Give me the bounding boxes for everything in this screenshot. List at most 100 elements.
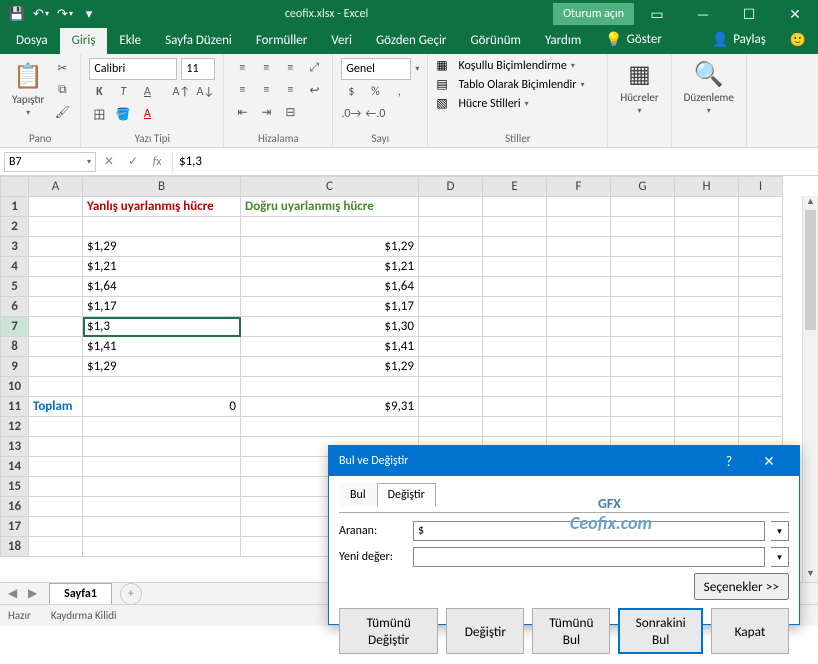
merge-icon[interactable]: ⊟	[280, 102, 300, 122]
cell[interactable]: $1,29	[241, 237, 419, 257]
wrap-text-icon[interactable]: ↩	[304, 80, 324, 100]
maximize-icon[interactable]: ☐	[726, 0, 772, 28]
row-header[interactable]: 15	[1, 477, 29, 497]
fill-color-icon[interactable]: 🪣	[113, 104, 133, 124]
tab-view[interactable]: Görünüm	[458, 28, 532, 54]
tab-review[interactable]: Gözden Geçir	[364, 28, 458, 54]
row-header[interactable]: 2	[1, 217, 29, 237]
format-as-table-button[interactable]: ▤ Tablo Olarak Biçimlendir▾	[436, 77, 599, 92]
tab-formulas[interactable]: Formüller	[244, 28, 319, 54]
inc-decimal-icon[interactable]: .0→	[341, 104, 361, 124]
shrink-font-icon[interactable]: A↓	[195, 82, 215, 102]
row-header[interactable]: 17	[1, 517, 29, 537]
row-header[interactable]: 9	[1, 357, 29, 377]
dialog-tab-find[interactable]: Bul	[339, 483, 377, 507]
col-header[interactable]: H	[675, 177, 739, 197]
dialog-titlebar[interactable]: Bul ve Değiştir ? ✕	[329, 446, 799, 476]
dialog-help-icon[interactable]: ?	[709, 446, 749, 476]
align-bottom-icon[interactable]: ≡	[280, 58, 300, 78]
col-header[interactable]: D	[419, 177, 483, 197]
align-left-icon[interactable]: ≡	[232, 80, 252, 100]
tab-page-layout[interactable]: Sayfa Düzeni	[153, 28, 244, 54]
cell[interactable]: Yanlış uyarlanmış hücre	[83, 197, 241, 217]
row-header[interactable]: 18	[1, 537, 29, 557]
align-center-icon[interactable]: ≡	[256, 80, 276, 100]
find-all-button[interactable]: Tümünü Bul	[532, 608, 610, 654]
row-header[interactable]: 7	[1, 317, 29, 337]
share-button[interactable]: 👤Paylaş	[700, 26, 778, 54]
cell[interactable]: $1,29	[83, 357, 241, 377]
sheet-nav[interactable]: ◀ ▶	[0, 586, 49, 601]
cancel-formula-icon[interactable]: ✕	[100, 154, 118, 169]
sign-in-button[interactable]: Oturum açın	[553, 3, 634, 25]
cell[interactable]: $1,21	[241, 257, 419, 277]
fx-icon[interactable]: fx	[148, 155, 166, 169]
undo-icon[interactable]: ↶▾	[30, 3, 52, 25]
sheet-tab[interactable]: Sayfa1	[49, 583, 112, 604]
cell[interactable]: Toplam	[29, 397, 83, 417]
row-header[interactable]: 12	[1, 417, 29, 437]
row-header[interactable]: 5	[1, 277, 29, 297]
select-all[interactable]	[1, 177, 29, 197]
scroll-down-icon[interactable]: ▼	[803, 568, 818, 582]
vertical-scrollbar[interactable]: ▲ ▼	[802, 196, 818, 582]
replace-button[interactable]: Değiştir	[446, 608, 524, 654]
format-painter-icon[interactable]: 🖌	[52, 102, 72, 122]
conditional-formatting-button[interactable]: ▦ Koşullu Biçimlendirme▾	[436, 58, 599, 73]
tab-file[interactable]: Dosya	[4, 28, 60, 54]
cell[interactable]: $1,29	[241, 357, 419, 377]
cell-styles-button[interactable]: ▧ Hücre Stilleri▾	[436, 96, 599, 111]
row-header[interactable]: 16	[1, 497, 29, 517]
paste-button[interactable]: 📋 Yapıştır ▾	[8, 60, 48, 120]
italic-button[interactable]: T	[113, 82, 133, 102]
row-header[interactable]: 8	[1, 337, 29, 357]
accounting-icon[interactable]: $	[341, 82, 361, 102]
font-family-input[interactable]	[89, 58, 177, 80]
indent-inc-icon[interactable]: ⇥	[256, 102, 276, 122]
indent-dec-icon[interactable]: ⇤	[232, 102, 252, 122]
find-input[interactable]	[413, 521, 765, 541]
cell[interactable]: Doğru uyarlanmış hücre	[241, 197, 419, 217]
number-format-select[interactable]	[341, 58, 411, 80]
col-header[interactable]: A	[29, 177, 83, 197]
find-next-button[interactable]: Sonrakini Bul	[618, 608, 703, 654]
col-header[interactable]: B	[83, 177, 241, 197]
copy-icon[interactable]: ⧉	[52, 80, 72, 100]
cell[interactable]: $1,41	[83, 337, 241, 357]
underline-button[interactable]: A	[137, 82, 157, 102]
close-icon[interactable]: ✕	[772, 0, 818, 28]
cell[interactable]: $1,21	[83, 257, 241, 277]
cell[interactable]: 0	[83, 397, 241, 417]
col-header[interactable]: I	[739, 177, 783, 197]
row-header[interactable]: 14	[1, 457, 29, 477]
align-right-icon[interactable]: ≡	[280, 80, 300, 100]
formula-input[interactable]	[172, 152, 798, 172]
redo-icon[interactable]: ↷▾	[54, 3, 76, 25]
cell[interactable]: $1,64	[83, 277, 241, 297]
bold-button[interactable]: K	[89, 82, 109, 102]
col-header[interactable]: E	[483, 177, 547, 197]
find-history-dropdown[interactable]: ▾	[771, 521, 789, 541]
column-headers[interactable]: A B C D E F G H I	[1, 177, 783, 197]
qat-customize-icon[interactable]: ▾	[78, 3, 100, 25]
comma-icon[interactable]: ,	[389, 82, 409, 102]
enter-formula-icon[interactable]: ✓	[124, 154, 142, 169]
tab-help[interactable]: Yardım	[533, 28, 593, 54]
minimize-icon[interactable]: —	[680, 0, 726, 28]
tab-insert[interactable]: Ekle	[107, 28, 153, 54]
options-button[interactable]: Seçenekler >>	[694, 573, 789, 600]
row-header[interactable]: 11	[1, 397, 29, 417]
cell[interactable]: $1,17	[241, 297, 419, 317]
replace-all-button[interactable]: Tümünü Değiştir	[339, 608, 438, 654]
borders-icon[interactable]: 田	[89, 104, 109, 124]
cell[interactable]: $1,29	[83, 237, 241, 257]
col-header[interactable]: C	[241, 177, 419, 197]
close-button[interactable]: Kapat	[711, 608, 789, 654]
scroll-up-icon[interactable]: ▲	[803, 196, 818, 210]
active-cell[interactable]: $1,3	[83, 317, 241, 337]
cell[interactable]: $1,17	[83, 297, 241, 317]
align-top-icon[interactable]: ≡	[232, 58, 252, 78]
orientation-icon[interactable]: ⤢	[304, 58, 324, 78]
smiley-icon[interactable]: 🙂	[778, 28, 818, 54]
grow-font-icon[interactable]: A↑	[171, 82, 191, 102]
